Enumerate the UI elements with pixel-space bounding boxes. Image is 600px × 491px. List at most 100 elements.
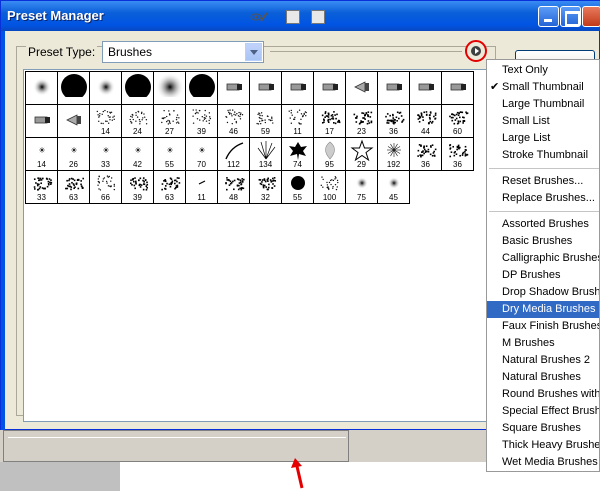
brush-size-label: 29 (357, 160, 366, 169)
brush-size-label: 26 (69, 160, 78, 169)
brush-preset-cell[interactable] (121, 71, 154, 105)
new-preset-icon[interactable] (286, 10, 300, 24)
brush-size-label: 45 (389, 193, 398, 202)
menu-item-library[interactable]: M Brushes (487, 335, 599, 352)
menu-item-view[interactable]: Small List (487, 113, 599, 130)
brush-preset-cell[interactable]: 60 (441, 104, 474, 138)
menu-item-action[interactable]: Replace Brushes... (487, 190, 599, 207)
menu-item-library[interactable]: DP Brushes (487, 267, 599, 284)
brush-preset-cell[interactable] (249, 71, 282, 105)
brush-preset-cell[interactable] (185, 71, 218, 105)
brush-preset-cell[interactable]: 27 (153, 104, 186, 138)
trash-icon[interactable] (311, 10, 325, 24)
menu-item-library[interactable]: Faux Finish Brushes (487, 318, 599, 335)
brush-preset-cell[interactable]: 75 (345, 170, 378, 204)
menu-item-library[interactable]: Natural Brushes 2 (487, 352, 599, 369)
brush-preset-cell[interactable]: 59 (249, 104, 282, 138)
brush-preset-cell[interactable]: 11 (281, 104, 314, 138)
brush-preset-cell[interactable] (57, 104, 90, 138)
menu-item-label: M Brushes (502, 337, 555, 349)
brush-preset-cell[interactable]: 55 (153, 137, 186, 171)
menu-item-label: Replace Brushes... (502, 192, 595, 204)
brush-preset-cell[interactable]: 32 (249, 170, 282, 204)
brush-preset-cell[interactable]: 192 (377, 137, 410, 171)
brush-preset-cell[interactable] (313, 71, 346, 105)
brush-preset-cell[interactable]: 36 (409, 137, 442, 171)
brush-preset-cell[interactable]: 39 (185, 104, 218, 138)
brush-size-label: 74 (293, 160, 302, 169)
brush-preset-cell[interactable]: 66 (89, 170, 122, 204)
menu-item-library[interactable]: Special Effect Brushes (487, 403, 600, 420)
brush-preset-cell[interactable]: 14 (25, 137, 58, 171)
menu-item-library[interactable]: Drop Shadow Brushes (487, 284, 599, 301)
brush-preset-cell[interactable] (409, 71, 442, 105)
brush-preset-cell[interactable] (25, 104, 58, 138)
brush-preset-cell[interactable]: 39 (121, 170, 154, 204)
menu-item-label: Special Effect Brushes (502, 405, 600, 417)
brush-preset-cell[interactable]: 33 (89, 137, 122, 171)
brush-preset-cell[interactable]: 63 (153, 170, 186, 204)
brush-preset-cell[interactable] (89, 71, 122, 105)
menu-item-library[interactable]: Assorted Brushes (487, 216, 599, 233)
brush-size-label: 42 (133, 160, 142, 169)
brush-preset-cell[interactable]: 24 (121, 104, 154, 138)
brush-preset-cell[interactable]: 134 (249, 137, 282, 171)
brush-preset-cell[interactable]: 44 (409, 104, 442, 138)
menu-item-library[interactable]: Calligraphic Brushes (487, 250, 599, 267)
brush-preset-cell[interactable]: 48 (217, 170, 250, 204)
brush-preset-cell[interactable]: 23 (345, 104, 378, 138)
maximize-button[interactable] (560, 6, 581, 27)
brush-size-label: 36 (421, 160, 430, 169)
brush-preset-cell[interactable]: 42 (121, 137, 154, 171)
brush-preset-cell[interactable]: 46 (217, 104, 250, 138)
visibility-brush-icon[interactable] (250, 10, 268, 24)
menu-item-action[interactable]: Reset Brushes... (487, 173, 599, 190)
brush-preset-cell[interactable] (153, 71, 186, 105)
brush-preset-cell[interactable]: 45 (377, 170, 410, 204)
close-button[interactable] (582, 6, 600, 27)
brush-preset-cell[interactable] (345, 71, 378, 105)
brush-preset-cell[interactable]: 33 (25, 170, 58, 204)
brush-preset-cell[interactable]: 29 (345, 137, 378, 171)
preset-menu-button[interactable] (465, 40, 487, 62)
menu-item-library[interactable]: Round Brushes with Size (487, 386, 599, 403)
brush-preset-cell[interactable] (25, 71, 58, 105)
menu-item-label: DP Brushes (502, 269, 561, 281)
brush-preset-cell[interactable]: 100 (313, 170, 346, 204)
brush-preset-cell[interactable]: 95 (313, 137, 346, 171)
menu-item-view[interactable]: Large Thumbnail (487, 96, 599, 113)
menu-item-library[interactable]: Square Brushes (487, 420, 599, 437)
menu-item-view[interactable]: ✔ Small Thumbnail (487, 79, 599, 96)
brush-preset-cell[interactable]: 36 (377, 104, 410, 138)
brush-preset-cell[interactable]: 14 (89, 104, 122, 138)
menu-item-library[interactable]: Dry Media Brushes (487, 301, 599, 318)
menu-item-view[interactable]: Large List (487, 130, 599, 147)
brush-thumbnail-icon (226, 83, 242, 91)
preset-type-select[interactable]: Brushes (102, 41, 264, 63)
brush-preset-cell[interactable] (57, 71, 90, 105)
brush-preset-cell[interactable]: 36 (441, 137, 474, 171)
brush-preset-cell[interactable]: 70 (185, 137, 218, 171)
brush-preset-cell[interactable] (441, 71, 474, 105)
brush-preset-cell[interactable]: 63 (57, 170, 90, 204)
brush-preset-cell[interactable] (377, 71, 410, 105)
brush-preset-cell[interactable]: 112 (217, 137, 250, 171)
brush-table: 14 24 27 39 46 59 11 17 23 36 44 60 14 26 33 42 55 70 112 1… (25, 71, 474, 204)
menu-item-view[interactable]: Text Only (487, 62, 599, 79)
chevron-down-icon[interactable] (245, 43, 262, 61)
brush-preset-cell[interactable]: 17 (313, 104, 346, 138)
brush-preset-cell[interactable] (281, 71, 314, 105)
minimize-button[interactable] (538, 6, 559, 27)
brush-preset-cell[interactable]: 11 (185, 170, 218, 204)
brush-preset-cell[interactable] (217, 71, 250, 105)
brush-size-label: 11 (293, 127, 302, 136)
brush-thumbnail-icon (61, 74, 87, 97)
brush-preset-cell[interactable]: 26 (57, 137, 90, 171)
brush-preset-cell[interactable]: 74 (281, 137, 314, 171)
menu-item-library[interactable]: Thick Heavy Brushes (487, 437, 599, 454)
menu-item-view[interactable]: Stroke Thumbnail (487, 147, 599, 164)
menu-item-library[interactable]: Wet Media Brushes (487, 454, 599, 471)
menu-item-library[interactable]: Basic Brushes (487, 233, 599, 250)
menu-item-library[interactable]: Natural Brushes (487, 369, 599, 386)
brush-preset-cell[interactable]: 55 (281, 170, 314, 204)
